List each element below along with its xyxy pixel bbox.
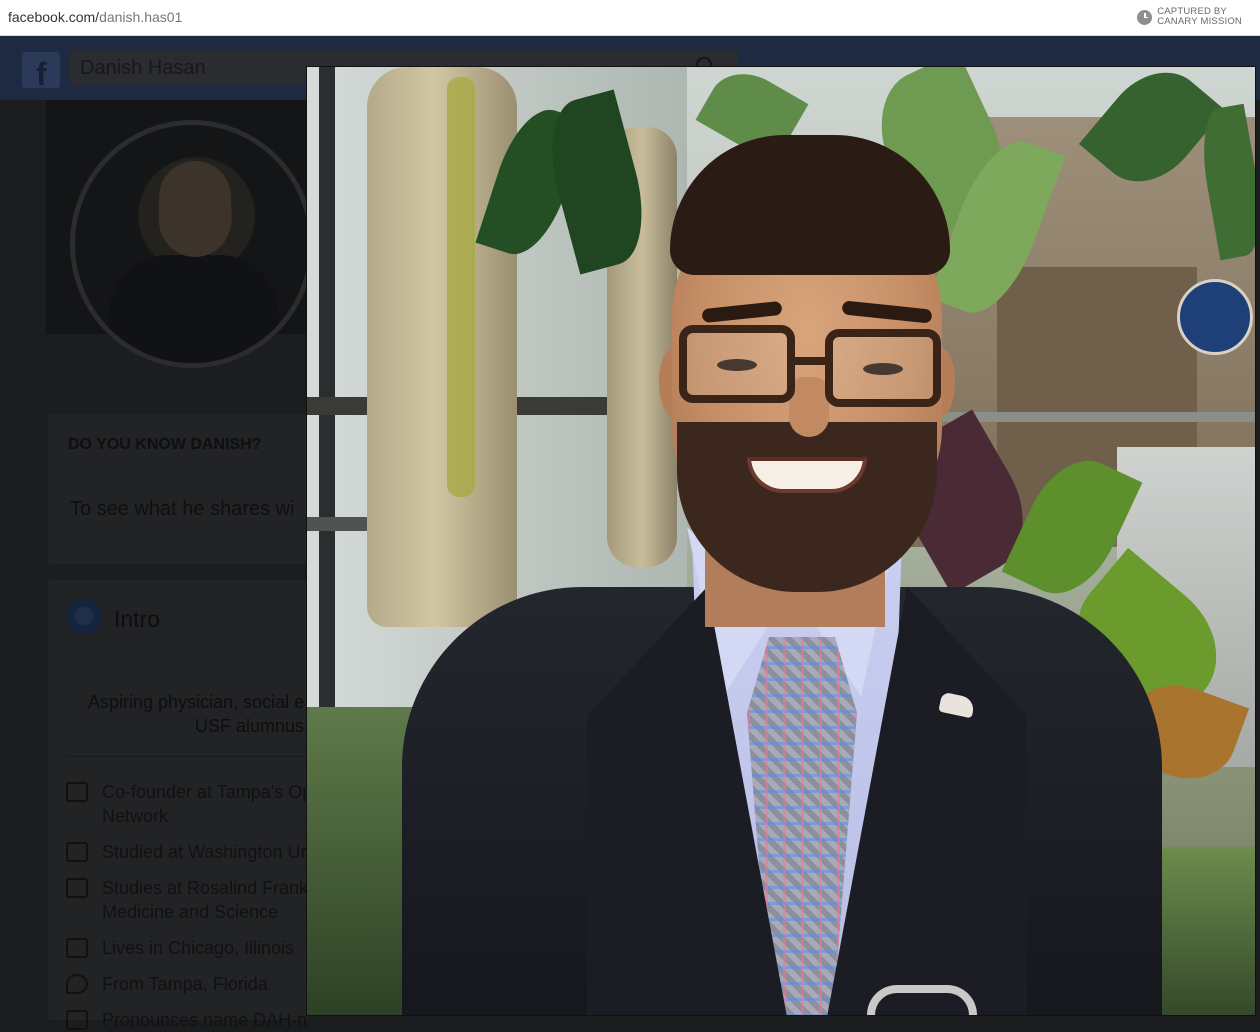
avatar[interactable] — [70, 120, 314, 368]
search-input-value: Danish Hasan — [80, 57, 206, 79]
know-person-title: DO YOU KNOW DANISH? — [68, 436, 262, 453]
auditorium-sign — [1177, 279, 1253, 355]
profile-photo-viewer[interactable] — [306, 66, 1256, 1016]
url-path: danish.has01 — [99, 9, 183, 25]
intro-bio-line-1: Aspiring physician, social e — [88, 692, 305, 712]
know-person-text: To see what he shares wi — [70, 498, 295, 520]
facebook-logo-icon[interactable]: f — [22, 52, 60, 92]
capture-watermark: CAPTURED BY CANARY MISSION — [1137, 7, 1242, 27]
intro-title: Intro — [114, 606, 161, 632]
tree-trunk — [367, 67, 517, 627]
know-person-card: DO YOU KNOW DANISH? To see what he share… — [48, 414, 308, 564]
intro-card: Intro Aspiring physician, social e USF a… — [48, 580, 312, 1030]
captured-by-source: CANARY MISSION — [1157, 16, 1242, 27]
divider — [66, 756, 308, 757]
graduation-cap-icon — [66, 842, 88, 862]
intro-bio-line-2: USF alumnus — [195, 716, 305, 736]
url-domain: facebook.com/ — [8, 9, 100, 25]
graduation-cap-icon — [66, 878, 88, 898]
speaker-icon — [66, 1010, 88, 1030]
globe-icon — [66, 598, 102, 634]
glasses — [679, 325, 795, 403]
address-text[interactable]: facebook.com/danish.has01 — [8, 9, 182, 25]
briefcase-icon — [66, 782, 88, 802]
browser-url-bar: facebook.com/danish.has01 CAPTURED BY CA… — [0, 0, 1260, 36]
home-icon — [66, 938, 88, 958]
location-pin-icon — [66, 974, 88, 994]
clock-icon — [1137, 9, 1153, 25]
